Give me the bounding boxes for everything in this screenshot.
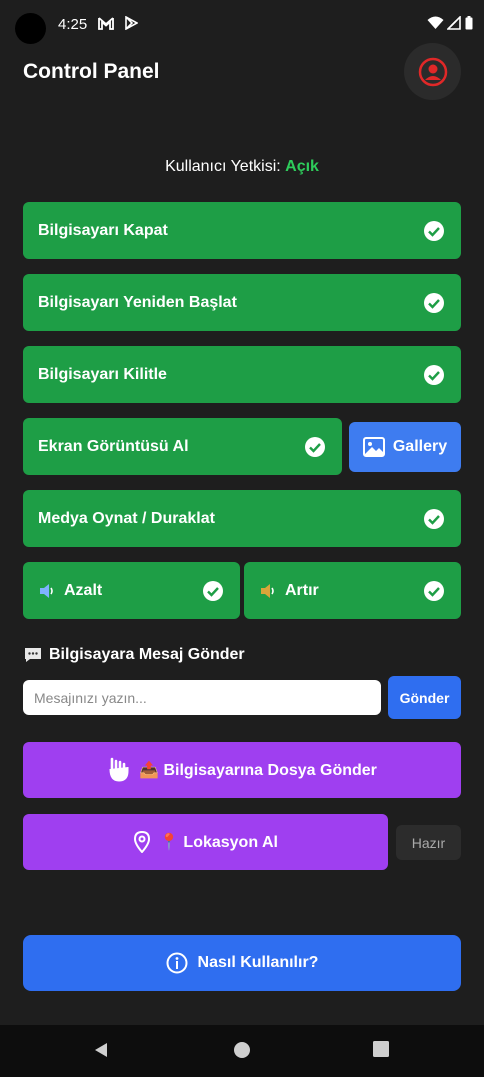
speech-bubble-icon <box>25 648 41 662</box>
help-button[interactable]: Nasıl Kullanılır? <box>23 935 461 991</box>
camera-cutout <box>15 13 46 44</box>
restart-label: Bilgisayarı Yeniden Başlat <box>38 293 237 311</box>
check-circle-icon <box>424 508 444 529</box>
send-file-button[interactable]: 📤 Bilgisayarına Dosya Gönder <box>23 742 461 798</box>
volume-up-button[interactable]: Artır <box>244 562 461 619</box>
speaker-medium-icon <box>261 583 274 598</box>
user-icon <box>418 57 447 86</box>
check-circle-icon <box>424 580 444 601</box>
signal-icon <box>447 16 461 30</box>
get-location-label: 📍 Lokasyon Al <box>159 834 278 851</box>
permission-label: Kullanıcı Yetkisi: <box>165 158 281 175</box>
image-icon <box>362 437 385 457</box>
restart-button[interactable]: Bilgisayarı Yeniden Başlat <box>23 274 461 331</box>
message-section-label: Bilgisayara Mesaj Gönder <box>49 646 245 663</box>
gallery-button[interactable]: Gallery <box>349 422 461 472</box>
recents-icon[interactable] <box>373 1041 389 1057</box>
check-circle-icon <box>203 580 223 601</box>
lock-button[interactable]: Bilgisayarı Kilitle <box>23 346 461 403</box>
location-status-badge: Hazır <box>396 825 461 860</box>
hand-tap-icon <box>109 757 129 782</box>
permission-status: Kullanıcı Yetkisi: Açık <box>0 158 484 176</box>
wifi-icon <box>427 16 444 29</box>
gmail-icon <box>98 17 114 30</box>
volume-down-button[interactable]: Azalt <box>23 562 240 619</box>
battery-icon <box>465 16 473 30</box>
screenshot-label: Ekran Görüntüsü Al <box>38 437 189 455</box>
speaker-low-icon <box>40 583 53 598</box>
status-time: 4:25 <box>58 16 88 33</box>
check-circle-icon <box>424 220 444 241</box>
info-icon <box>166 952 188 974</box>
get-location-button[interactable]: 📍 Lokasyon Al <box>23 814 388 870</box>
shutdown-button[interactable]: Bilgisayarı Kapat <box>23 202 461 259</box>
help-label: Nasıl Kullanılır? <box>197 954 319 971</box>
message-input[interactable] <box>23 680 381 715</box>
send-label: Gönder <box>399 689 450 706</box>
lock-label: Bilgisayarı Kilitle <box>38 365 167 383</box>
volume-up-label: Artır <box>285 581 319 599</box>
profile-button[interactable] <box>404 43 461 100</box>
back-icon[interactable] <box>92 1041 110 1059</box>
status-bar: 4:25 <box>0 0 484 46</box>
system-nav-bar <box>0 1025 484 1077</box>
check-circle-icon <box>424 364 444 385</box>
send-file-label: 📤 Bilgisayarına Dosya Gönder <box>139 762 377 779</box>
message-section-title: Bilgisayara Mesaj Gönder <box>23 646 245 664</box>
check-circle-icon <box>305 436 325 457</box>
media-toggle-button[interactable]: Medya Oynat / Duraklat <box>23 490 461 547</box>
send-message-button[interactable]: Gönder <box>388 676 461 719</box>
media-label: Medya Oynat / Duraklat <box>38 509 215 527</box>
check-circle-icon <box>424 292 444 313</box>
play-store-icon <box>125 16 138 30</box>
home-icon[interactable] <box>233 1041 251 1059</box>
location-pin-icon <box>134 831 151 853</box>
page-title: Control Panel <box>23 60 160 83</box>
shutdown-label: Bilgisayarı Kapat <box>38 221 168 239</box>
gallery-label: Gallery <box>392 438 448 455</box>
volume-down-label: Azalt <box>64 581 103 599</box>
location-status: Hazır <box>411 834 446 851</box>
screenshot-button[interactable]: Ekran Görüntüsü Al <box>23 418 342 475</box>
permission-value: Açık <box>285 158 319 175</box>
